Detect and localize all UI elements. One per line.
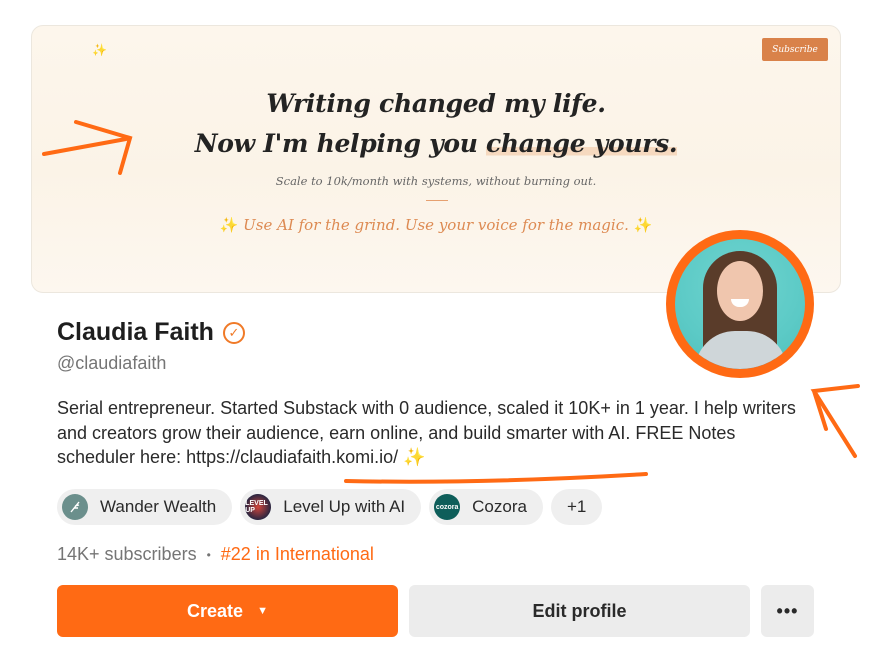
profile-name-row: Claudia Faith ✓: [57, 318, 245, 347]
profile-stats: 14K+ subscribers • #22 in International: [57, 544, 374, 565]
publication-chip-cozora[interactable]: cozora Cozora: [429, 489, 543, 525]
subscriber-count[interactable]: 14K+ subscribers: [57, 544, 197, 565]
create-button[interactable]: Create ▼: [57, 585, 398, 637]
publication-chip-wander-wealth[interactable]: Wander Wealth: [57, 489, 233, 525]
stats-separator: •: [206, 547, 211, 562]
rank-link[interactable]: #22 in International: [221, 544, 374, 565]
banner-headline: Writing changed my life. Now I'm helping…: [32, 84, 840, 164]
headline-line-2-text: Now I'm helping you: [194, 129, 486, 158]
publication-label: Cozora: [472, 497, 527, 516]
avatar-face: [717, 261, 763, 321]
verified-check-icon: ✓: [222, 321, 245, 344]
bio-text: Serial entrepreneur. Started Substack wi…: [57, 398, 796, 467]
banner-tagline: Scale to 10k/month with systems, without…: [275, 174, 597, 188]
headline-line-1: Writing changed my life.: [266, 89, 606, 118]
sparkle-icon: ✨: [403, 447, 426, 467]
banner-divider: [426, 200, 448, 201]
avatar[interactable]: [666, 230, 814, 378]
bio-link[interactable]: https://claudiafaith.komi.io/: [186, 447, 398, 467]
publication-chip-level-up-with-ai[interactable]: LEVEL UP Level Up with AI: [240, 489, 422, 525]
link-underline: [344, 472, 648, 484]
chevron-down-icon: ▼: [257, 605, 268, 617]
feather-icon: [62, 494, 88, 520]
right-arrow-icon: [810, 384, 860, 458]
sparkle-icon: ✨: [92, 43, 107, 57]
level-up-icon: LEVEL UP: [245, 494, 272, 520]
avatar-photo: [675, 239, 805, 369]
publication-label: Wander Wealth: [100, 497, 217, 516]
headline-highlight: change yours.: [485, 129, 678, 158]
more-options-button[interactable]: •••: [761, 585, 814, 637]
sparkle-icon: ✨: [633, 216, 653, 234]
profile-bio: Serial entrepreneur. Started Substack wi…: [57, 396, 807, 470]
edit-profile-button[interactable]: Edit profile: [409, 585, 750, 637]
publication-label: Level Up with AI: [283, 497, 406, 516]
banner-subscribe-button: Subscribe: [762, 38, 828, 61]
banner-ai-line: ✨ Use AI for the grind. Use your voice f…: [32, 216, 840, 234]
headline-line-2: Now I'm helping you change yours.: [32, 124, 840, 164]
cozora-icon: cozora: [434, 494, 461, 520]
profile-name: Claudia Faith: [57, 318, 214, 346]
create-button-label: Create: [187, 600, 244, 621]
profile-handle: @claudiafaith: [57, 353, 167, 373]
ai-line-text: Use AI for the grind. Use your voice for…: [243, 216, 629, 234]
publication-more-button[interactable]: +1: [550, 489, 603, 525]
publication-list: Wander Wealth LEVEL UP Level Up with AI …: [57, 489, 603, 525]
sparkle-icon: ✨: [219, 216, 239, 234]
